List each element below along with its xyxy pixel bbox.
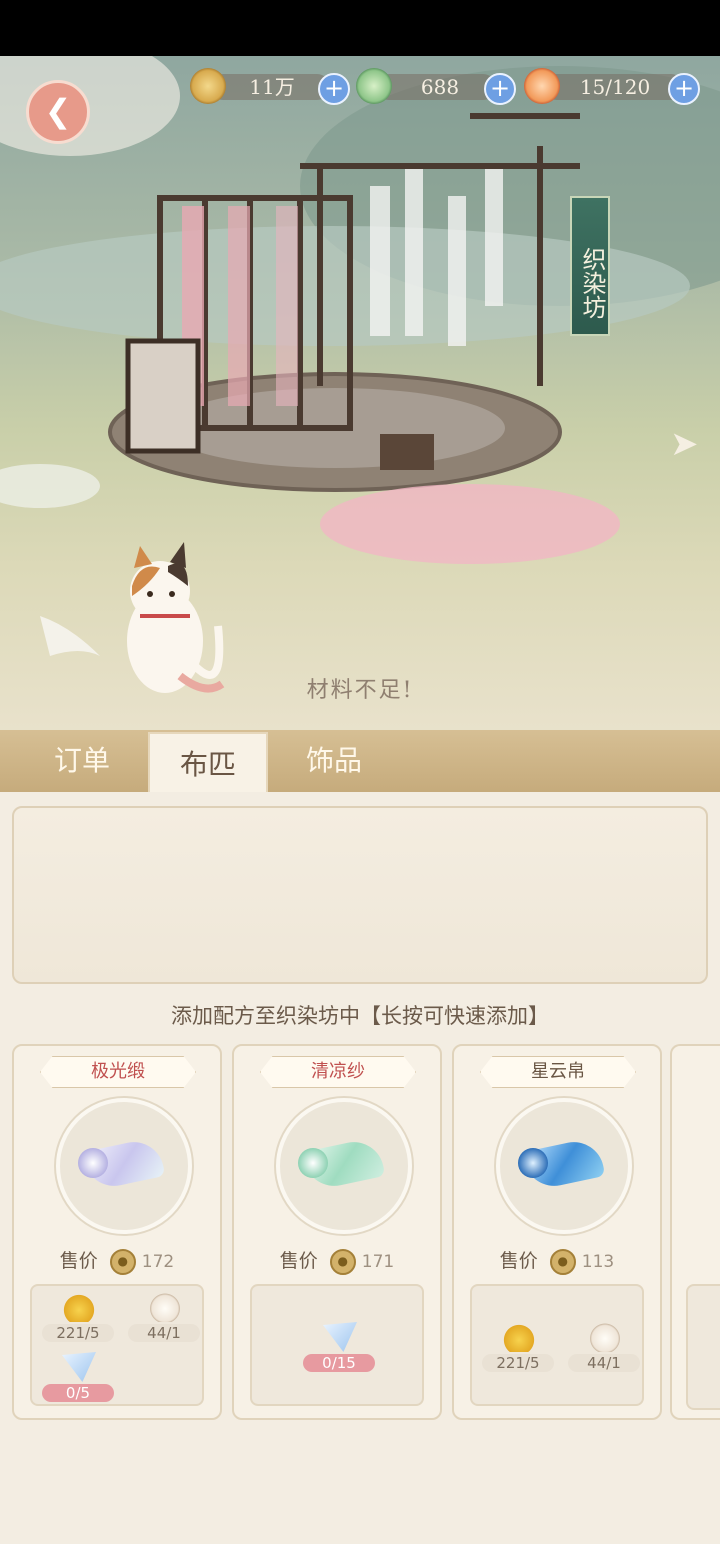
silk-white-1 — [370, 186, 390, 336]
recipe-card[interactable]: 星云帛 售价 ● 113 221/5 44/1 — [452, 1044, 662, 1420]
lily-icon — [62, 1292, 96, 1322]
paw-coin-icon — [190, 68, 226, 104]
recipe-name: 星云帛 — [480, 1056, 636, 1088]
material-count: 44/1 — [128, 1324, 200, 1342]
category-tabs: 订单 布匹 饰品 — [0, 730, 720, 792]
material-count: 221/5 — [482, 1354, 554, 1372]
materials-box: 221/5 44/1 — [470, 1284, 644, 1406]
silk-pink-3 — [276, 206, 298, 406]
material-count: 0/5 — [42, 1384, 114, 1402]
back-button[interactable]: ❮ — [26, 80, 90, 144]
crystal-icon — [62, 1352, 96, 1382]
cloth-roll-icon — [518, 1148, 548, 1178]
crystal-icon — [323, 1322, 357, 1352]
silk-white-2 — [405, 166, 423, 336]
price: 售价 ● 113 — [454, 1246, 660, 1275]
shop-name-sign: 织染坊 — [570, 196, 610, 336]
recipe-card[interactable]: 极光缎 售价 ● 172 221/5 44/1 0/5 — [12, 1044, 222, 1420]
material: 0/5 — [42, 1352, 114, 1408]
materials-box: 0/15 — [250, 1284, 424, 1406]
recipe-name: 清凉纱 — [260, 1056, 416, 1088]
recipe-card[interactable]: 清凉纱 售价 ● 171 0/15 — [232, 1044, 442, 1420]
price-label: 售价 — [59, 1250, 98, 1272]
add-coin-button[interactable]: + — [318, 73, 350, 105]
paw-coin-icon: ● — [549, 1249, 576, 1275]
materials-box: 221/5 44/1 0/5 — [30, 1284, 204, 1406]
path-stone — [0, 464, 100, 508]
material: 44/1 — [128, 1292, 200, 1348]
status-bar — [0, 0, 720, 56]
price: 售价 ● 172 — [14, 1246, 220, 1275]
paw-coin-icon: ● — [109, 1249, 136, 1275]
lily-icon — [502, 1322, 536, 1352]
material: 0/15 — [303, 1322, 375, 1378]
silk-white-4 — [485, 166, 503, 306]
tab-fabric[interactable]: 布匹 — [148, 732, 268, 792]
crane-bird — [40, 616, 100, 656]
price-value: 171 — [361, 1252, 395, 1272]
cotton-icon — [148, 1292, 182, 1322]
recipe-image — [496, 1098, 632, 1234]
next-area-arrow-icon[interactable]: ➤ — [670, 424, 710, 464]
back-arrow-icon: ❮ — [44, 92, 72, 130]
material: 221/5 — [482, 1322, 554, 1378]
add-jade-button[interactable]: + — [484, 73, 516, 105]
cat-npc — [127, 542, 225, 693]
stamina-value: 15/120 — [579, 75, 651, 99]
tab-accessories[interactable]: 饰品 — [274, 730, 394, 792]
add-stamina-button[interactable]: + — [668, 73, 700, 105]
scene-artwork — [0, 56, 720, 693]
add-recipe-hint: 添加配方至织染坊中【长按可快速添加】 — [171, 1004, 549, 1028]
material-count: 44/1 — [568, 1354, 640, 1372]
tab-orders[interactable]: 订单 — [22, 730, 142, 792]
price: 售价 ● 171 — [234, 1246, 440, 1275]
coin-value: 11万 — [249, 75, 295, 99]
price-value: 113 — [581, 1252, 615, 1272]
material: 44/1 — [568, 1322, 640, 1378]
production-queue-panel[interactable] — [12, 806, 708, 984]
stamina-bun-icon — [524, 68, 560, 104]
recipe-image — [56, 1098, 192, 1234]
weaving-shop-scene: 11万 + 688 + 15/120 + ❮ 织染坊 ➤ 材料不足! — [0, 56, 720, 736]
cloth-roll-icon — [298, 1148, 328, 1178]
paw-coin-icon: ● — [329, 1249, 356, 1275]
jade-value: 688 — [420, 75, 460, 99]
cloth-roll-icon — [78, 1148, 108, 1178]
material-count: 0/15 — [303, 1354, 375, 1372]
recipe-image — [276, 1098, 412, 1234]
small-screen — [125, 338, 201, 454]
price-label: 售价 — [279, 1250, 318, 1272]
jade-leaf-icon — [356, 68, 392, 104]
material: 221/5 — [42, 1292, 114, 1348]
cotton-icon — [588, 1322, 622, 1352]
recipe-card-partial[interactable] — [670, 1044, 720, 1420]
recipe-name: 极光缎 — [40, 1056, 196, 1088]
cherry-blossom-bush — [320, 484, 620, 564]
silk-pink-2 — [228, 206, 250, 406]
price-label: 售价 — [499, 1250, 538, 1272]
price-value: 172 — [141, 1252, 175, 1272]
silk-white-3 — [448, 196, 466, 346]
stool — [380, 434, 434, 470]
material-count: 221/5 — [42, 1324, 114, 1342]
insufficient-materials-message: 材料不足! — [306, 678, 414, 703]
materials-box — [686, 1284, 720, 1410]
